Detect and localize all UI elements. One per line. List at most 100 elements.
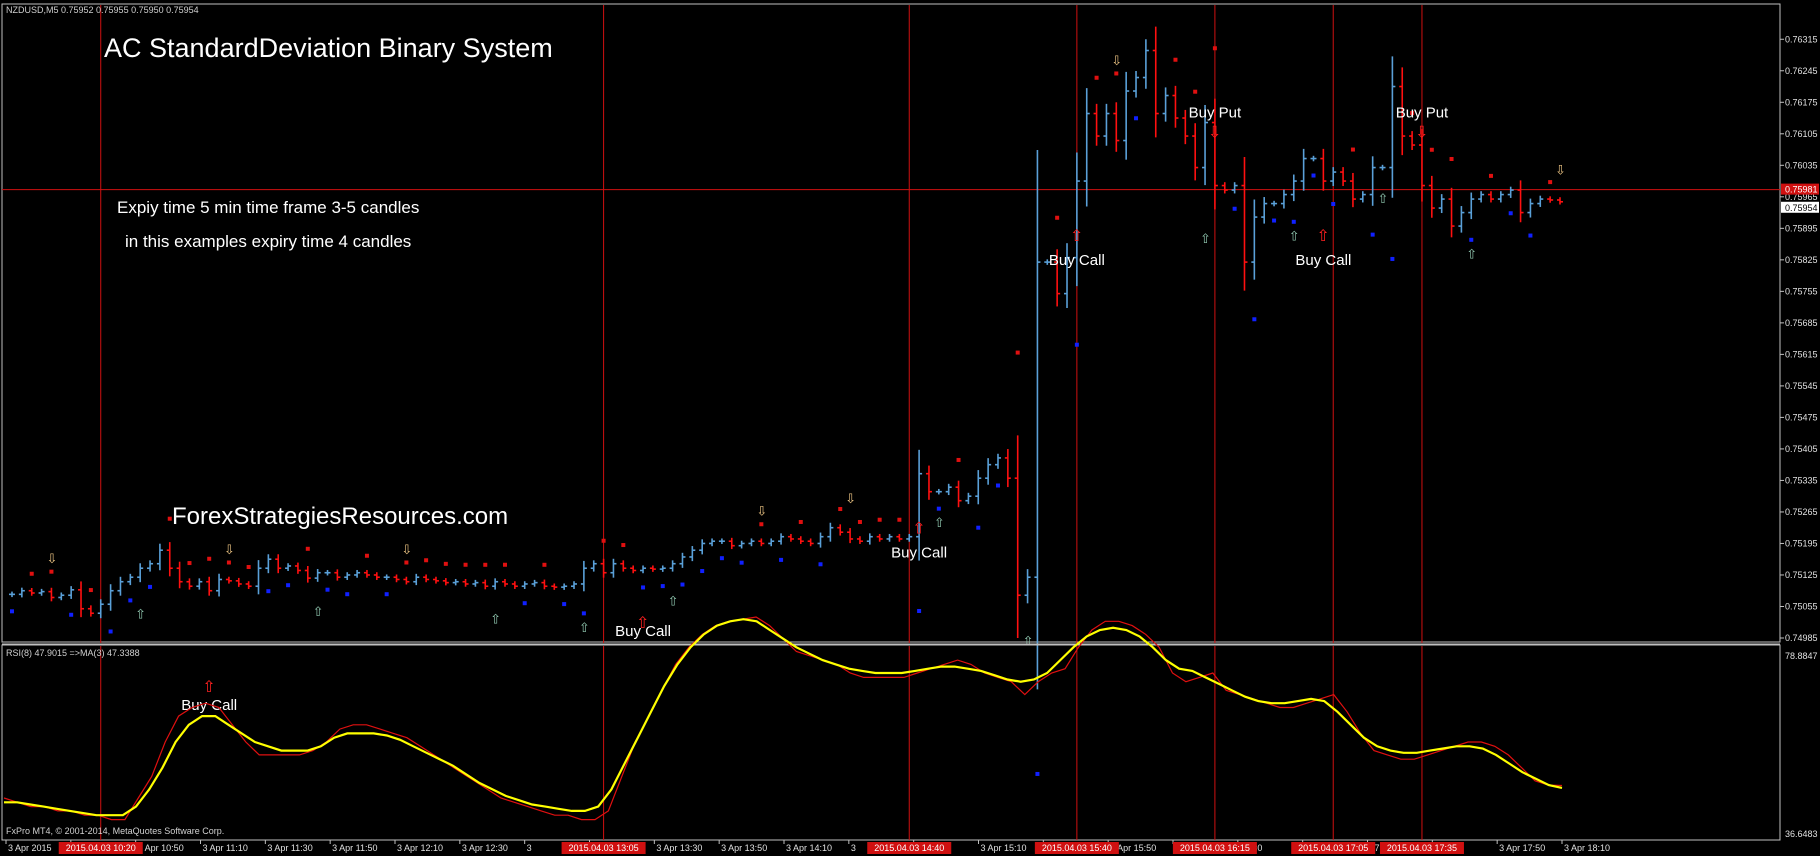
price-tick-label: 0.76035 bbox=[1785, 160, 1818, 170]
price-line-tag-label: 0.75981 bbox=[1785, 185, 1818, 195]
time-highlight-label: 2015.04.03 17:05 bbox=[1298, 843, 1368, 853]
band-dot-lower bbox=[10, 609, 14, 614]
arrow-down-icon: ⇩ bbox=[224, 543, 235, 558]
chart-title: AC StandardDeviation Binary System bbox=[104, 33, 553, 63]
band-dot-upper bbox=[305, 546, 310, 551]
signal-label: Buy Call bbox=[615, 623, 671, 640]
band-dot-lower bbox=[936, 506, 941, 511]
band-dot-upper bbox=[443, 561, 448, 566]
band-dot-upper bbox=[601, 538, 606, 543]
arrow-down-icon: ⇩ bbox=[46, 552, 57, 567]
time-tick-label: 3 Apr 11:10 bbox=[203, 843, 248, 853]
band-dot-lower bbox=[739, 560, 744, 565]
band-dot-upper bbox=[798, 519, 803, 524]
band-dot-upper bbox=[226, 560, 231, 565]
note-line-2: in this examples expiry time 4 candles bbox=[125, 232, 411, 251]
time-tick-label: 3 Apr 13:50 bbox=[721, 843, 767, 853]
band-dot-upper bbox=[29, 571, 34, 576]
arrow-up-icon: ⇧ bbox=[1023, 634, 1034, 649]
buy-call-arrow-icon: ⇧ bbox=[1316, 226, 1329, 245]
band-dot-upper bbox=[1094, 75, 1099, 80]
band-dot-lower bbox=[779, 557, 784, 562]
time-tick-label: 3 Apr 10:50 bbox=[138, 843, 184, 853]
arrow-up-icon: ⇧ bbox=[135, 608, 146, 623]
signal-label: Buy Call bbox=[1295, 252, 1351, 269]
time-tick-label: 3 Apr 11:50 bbox=[332, 843, 377, 853]
band-dot-lower bbox=[69, 612, 74, 617]
arrow-down-icon: ⇩ bbox=[1555, 163, 1566, 178]
arrow-up-icon: ⇧ bbox=[313, 605, 324, 620]
band-dot-upper bbox=[424, 558, 429, 563]
rsi-tick-label: 36.6483 bbox=[1785, 829, 1818, 839]
price-tick-label: 0.76175 bbox=[1785, 97, 1818, 107]
copyright: FxPro MT4, © 2001-2014, MetaQuotes Softw… bbox=[6, 826, 224, 836]
time-tick-label: 3 Apr 14:10 bbox=[786, 843, 832, 853]
buy-call-arrow-icon: ⇧ bbox=[912, 519, 925, 538]
band-dot-upper bbox=[207, 556, 212, 561]
time-tick-label: 3 Apr 13:30 bbox=[656, 843, 702, 853]
band-dot-upper bbox=[759, 522, 764, 527]
band-dot-lower bbox=[1311, 173, 1316, 178]
price-tick-label: 0.75265 bbox=[1785, 507, 1818, 517]
band-dot-lower bbox=[1291, 219, 1296, 224]
time-tick-label: 3 Apr 12:30 bbox=[462, 843, 508, 853]
band-dot-upper bbox=[1449, 157, 1454, 162]
band-dot-upper bbox=[364, 553, 369, 558]
time-highlight-label: 2015.04.03 15:40 bbox=[1042, 843, 1112, 853]
band-dot-lower bbox=[818, 562, 823, 567]
signal-label: Buy Call bbox=[891, 545, 947, 562]
signal-label: Buy Put bbox=[1189, 105, 1242, 122]
time-highlight-label: 2015.04.03 16:15 bbox=[1180, 843, 1250, 853]
band-dot-lower bbox=[1390, 256, 1395, 261]
band-dot-lower bbox=[1035, 771, 1040, 776]
band-dot-lower bbox=[1272, 218, 1277, 223]
band-dot-upper bbox=[246, 565, 251, 570]
band-dot-upper bbox=[502, 562, 507, 567]
band-dot-lower bbox=[1508, 211, 1513, 216]
band-dot-lower bbox=[1370, 232, 1375, 237]
band-dot-lower bbox=[1331, 202, 1336, 207]
band-dot-lower bbox=[325, 587, 330, 592]
arrow-up-icon: ⇧ bbox=[1289, 229, 1300, 244]
band-dot-upper bbox=[187, 561, 192, 566]
signal-label: Buy Call bbox=[1049, 252, 1105, 269]
price-tick-label: 0.74985 bbox=[1785, 633, 1818, 643]
time-highlight-label: 2015.04.03 17:35 bbox=[1387, 843, 1457, 853]
time-tick-label: 3 bbox=[527, 843, 532, 853]
current-price-tag-label: 0.75954 bbox=[1785, 203, 1818, 213]
band-dot-lower bbox=[148, 584, 153, 589]
buy-put-arrow-icon: ⇩ bbox=[1208, 123, 1221, 142]
price-tick-label: 0.76245 bbox=[1785, 66, 1818, 76]
band-dot-upper bbox=[838, 507, 843, 512]
price-tick-label: 0.75615 bbox=[1785, 349, 1818, 359]
price-tick-label: 0.75335 bbox=[1785, 475, 1818, 485]
band-dot-lower bbox=[1134, 116, 1139, 121]
signal-label: Buy Put bbox=[1396, 105, 1449, 122]
band-dot-upper bbox=[1173, 57, 1178, 62]
band-dot-lower bbox=[108, 629, 113, 634]
band-dot-upper bbox=[88, 588, 93, 593]
band-dot-lower bbox=[700, 569, 705, 574]
band-dot-upper bbox=[1114, 71, 1119, 76]
band-dot-lower bbox=[1528, 233, 1533, 238]
band-dot-lower bbox=[1252, 317, 1257, 322]
band-dot-upper bbox=[1212, 46, 1217, 51]
band-dot-lower bbox=[562, 602, 567, 607]
band-dot-lower bbox=[680, 582, 685, 587]
arrow-down-icon: ⇩ bbox=[1111, 54, 1122, 69]
arrow-up-icon: ⇧ bbox=[934, 516, 945, 531]
time-tick-label: 3 Apr 2015 bbox=[8, 843, 52, 853]
band-dot-upper bbox=[897, 517, 902, 522]
buy-call-arrow-icon: ⇧ bbox=[1070, 226, 1083, 245]
band-dot-lower bbox=[1074, 342, 1079, 347]
rsi-label: RSI(8) 47.9015 =>MA(3) 47.3388 bbox=[6, 648, 140, 658]
time-tick-label: 3 Apr 18:10 bbox=[1564, 843, 1610, 853]
time-tick-label: 3 Apr 17:50 bbox=[1499, 843, 1545, 853]
signal-label: Buy Call bbox=[181, 697, 237, 714]
band-dot-lower bbox=[976, 525, 981, 530]
band-dot-lower bbox=[917, 608, 922, 613]
arrow-up-icon: ⇧ bbox=[1200, 232, 1211, 247]
band-dot-upper bbox=[956, 457, 961, 462]
buy-call-arrow-icon: ⇧ bbox=[202, 677, 215, 696]
arrow-up-icon: ⇧ bbox=[579, 621, 590, 636]
